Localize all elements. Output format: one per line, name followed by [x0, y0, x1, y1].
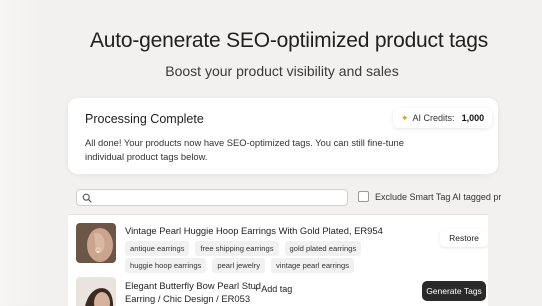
product-thumbnail[interactable]: [76, 277, 116, 306]
page-subtitle: Boost your product visibility and sales: [165, 63, 399, 79]
restore-button[interactable]: Restore: [440, 229, 488, 247]
page-title: Auto-generate SEO-optiimized product tag…: [89, 29, 489, 52]
search-icon: [82, 193, 92, 203]
add-tag-button[interactable]: + Add tag: [254, 284, 292, 294]
status-message: All done! Your products now have SEO-opt…: [85, 137, 404, 162]
tag-chip[interactable]: pearl jewelry: [212, 258, 265, 273]
sparkle-icon: ✦: [401, 112, 409, 123]
tag-chip[interactable]: antique earrings: [125, 241, 190, 256]
product-search-field[interactable]: [76, 189, 348, 206]
processing-status-card: Processing Complete ✦ AI Credits: 1,000 …: [68, 98, 498, 174]
product-title-line-2: Earring / Chic Design / ER053: [125, 293, 251, 304]
tag-chip[interactable]: gold plated earrings: [284, 241, 362, 256]
product-thumbnail[interactable]: [76, 223, 116, 263]
product-title-line-1: Elegant Butterfly Bow Pearl Stud: [125, 280, 262, 291]
exclude-tagged-toggle[interactable]: Exclude Smart Tag AI tagged pr: [358, 191, 501, 202]
tag-chip[interactable]: vintage pearl earrings: [271, 258, 355, 273]
product-title: Vintage Pearl Huggie Hoop Earrings With …: [125, 225, 383, 236]
ai-credits-badge: ✦ AI Credits: 1,000: [393, 108, 493, 128]
ai-credits-label: AI Credits:: [412, 113, 455, 123]
generate-tags-button[interactable]: Generate Tags: [422, 281, 486, 301]
search-input[interactable]: [95, 191, 340, 204]
ai-credits-value: 1,000: [461, 113, 485, 123]
exclude-label: Exclude Smart Tag AI tagged pr: [375, 191, 502, 202]
status-title: Processing Complete: [85, 112, 204, 126]
tag-chip[interactable]: huggie hoop earrings: [125, 258, 207, 273]
exclude-checkbox[interactable]: [358, 191, 369, 202]
product-list: Vintage Pearl Huggie Hoop Earrings With …: [68, 214, 488, 306]
product-tag-list: antique earrings free shipping earrings …: [125, 241, 445, 273]
tag-chip[interactable]: free shipping earrings: [195, 241, 279, 256]
